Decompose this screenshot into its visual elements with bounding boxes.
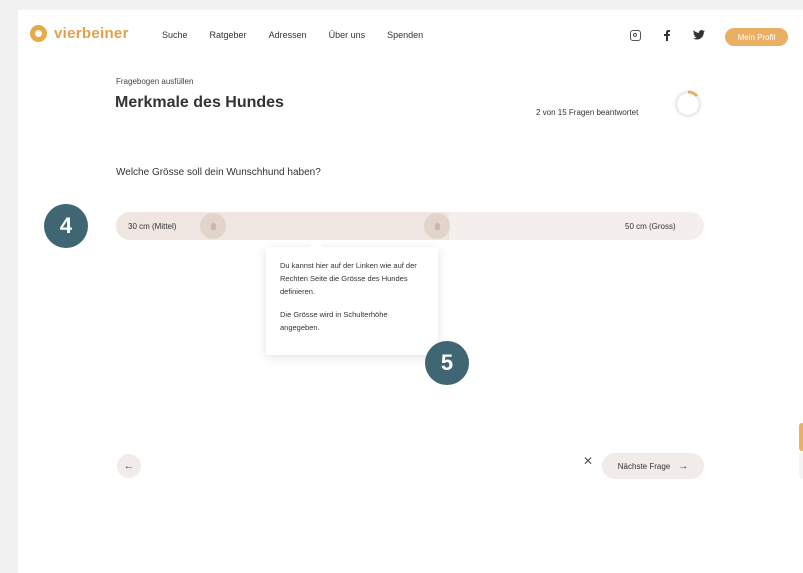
- slider-handle-max[interactable]: [424, 213, 450, 239]
- tooltip-text-2: Die Grösse wird in Schulterhöhe angegebe…: [280, 310, 388, 332]
- question-text: Welche Grösse soll dein Wunschhund haben…: [116, 167, 321, 178]
- twitter-icon[interactable]: [693, 29, 705, 41]
- slider-max-label: 50 cm (Gross): [625, 222, 676, 231]
- mail-tab[interactable]: [799, 453, 803, 479]
- nav-item-ueber-uns[interactable]: Über uns: [329, 30, 366, 40]
- social-links: [630, 29, 725, 41]
- paw-logo-icon: [30, 25, 47, 42]
- nav-item-spenden[interactable]: Spenden: [387, 30, 423, 40]
- skip-close-button[interactable]: ✕: [580, 453, 596, 469]
- feedback-tab[interactable]: [799, 423, 803, 451]
- arrow-left-icon: ←: [123, 460, 135, 472]
- paw-icon: [434, 222, 440, 230]
- next-question-button[interactable]: Nächste Frage →: [602, 453, 704, 479]
- tooltip-text-1: Du kannst hier auf der Linken wie auf de…: [280, 261, 417, 296]
- progress-ring: [674, 90, 702, 118]
- page-title: Merkmale des Hundes: [115, 94, 284, 111]
- logo-text: vierbeiner: [54, 25, 129, 42]
- slider-min-label: 30 cm (Mittel): [128, 222, 177, 231]
- arrow-right-icon: →: [678, 460, 689, 472]
- page-subtitle: Fragebogen ausfüllen: [116, 77, 194, 86]
- my-profile-button[interactable]: Mein Profil: [725, 28, 788, 46]
- progress-text: 2 von 15 Fragen beantwortet: [536, 108, 639, 117]
- close-icon: ✕: [582, 454, 594, 468]
- nav-item-adressen[interactable]: Adressen: [269, 30, 307, 40]
- facebook-icon[interactable]: [661, 29, 673, 41]
- logo[interactable]: vierbeiner: [30, 25, 129, 42]
- step-badge-5: 5: [425, 341, 469, 385]
- slider-help-tooltip: Du kannst hier auf der Linken wie auf de…: [266, 240, 438, 355]
- back-button[interactable]: ←: [117, 454, 141, 478]
- instagram-icon[interactable]: [630, 29, 641, 41]
- step-badge-4: 4: [44, 204, 88, 248]
- main-nav: Suche Ratgeber Adressen Über uns Spenden: [162, 30, 445, 40]
- next-question-label: Nächste Frage: [617, 461, 671, 471]
- paw-icon: [210, 222, 216, 230]
- nav-item-ratgeber[interactable]: Ratgeber: [210, 30, 247, 40]
- nav-item-suche[interactable]: Suche: [162, 30, 188, 40]
- page: vierbeiner Suche Ratgeber Adressen Über …: [18, 10, 803, 573]
- slider-handle-min[interactable]: [200, 213, 226, 239]
